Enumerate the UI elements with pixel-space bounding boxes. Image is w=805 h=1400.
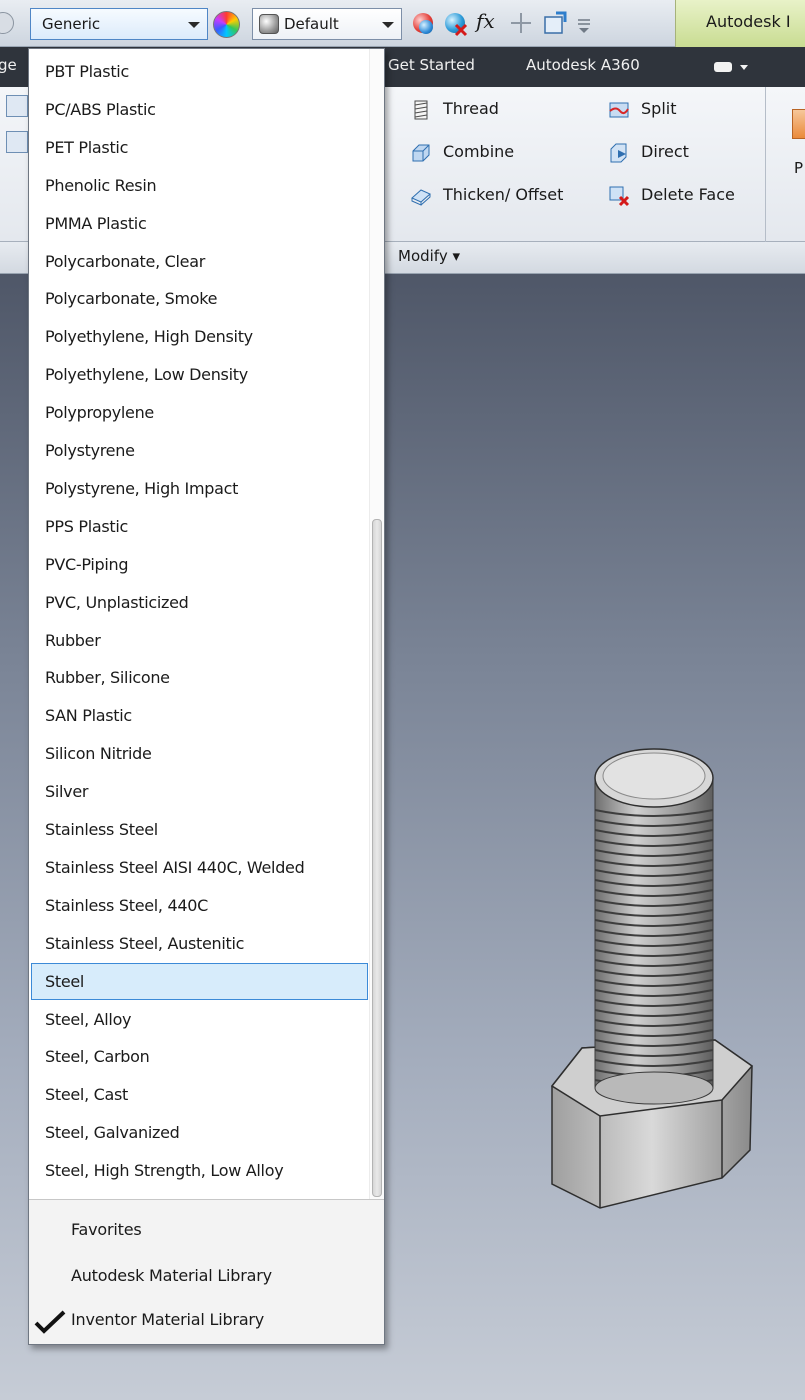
tab-autodesk-a360[interactable]: Autodesk A360 <box>526 56 640 74</box>
checkmark-icon <box>34 1310 66 1334</box>
material-list-item[interactable]: Steel, Cast <box>31 1076 368 1113</box>
material-list-item[interactable]: Stainless Steel, Austenitic <box>31 925 368 962</box>
partial-ribbon-icon[interactable] <box>792 109 805 139</box>
material-list-item[interactable]: PMMA Plastic <box>31 205 368 242</box>
material-list-item[interactable]: Polyethylene, Low Density <box>31 356 368 393</box>
material-list-item[interactable]: Stainless Steel AISI 440C, Welded <box>31 849 368 886</box>
appearance-combo[interactable]: Default <box>252 8 402 40</box>
material-list-item[interactable]: Silver <box>31 773 368 810</box>
ribbon-left-icon[interactable] <box>6 131 28 153</box>
customize-qat-icon[interactable] <box>574 10 602 38</box>
material-list-item[interactable]: Stainless Steel, 440C <box>31 887 368 924</box>
fx-label: 𝑓𝑥 <box>476 9 495 33</box>
material-list-item[interactable]: Polystyrene <box>31 432 368 469</box>
material-list: PBT Plastic PC/ABS Plastic PET Plastic Phen… <box>29 49 369 1199</box>
library-autodesk-material[interactable]: Autodesk Material Library <box>71 1258 272 1294</box>
material-list-item[interactable]: PET Plastic <box>31 129 368 166</box>
material-dropdown: PBT Plastic PC/ABS Plastic PET Plastic Phen… <box>28 48 385 1345</box>
appearance-combo-value: Default <box>284 15 339 33</box>
material-list-item[interactable]: Polycarbonate, Smoke <box>31 280 368 317</box>
material-list-item[interactable]: Polypropylene <box>31 394 368 431</box>
material-list-item[interactable]: Rubber <box>31 622 368 659</box>
material-list-item[interactable]: Rubber, Silicone <box>31 659 368 696</box>
material-list-item[interactable]: Steel, High Strength, Low Alloy <box>31 1152 368 1189</box>
material-list-item[interactable]: PBT Plastic <box>31 53 368 90</box>
combine-label: Combine <box>443 142 515 161</box>
plus-icon[interactable] <box>508 10 536 38</box>
material-combo[interactable]: Generic <box>30 8 208 40</box>
thicken-offset-icon <box>411 189 431 206</box>
app-title-bar: Autodesk I <box>675 0 805 47</box>
bolt-model[interactable] <box>540 748 800 1218</box>
thread-label: Thread <box>443 99 499 118</box>
ribbon-left-icon[interactable] <box>6 95 28 117</box>
material-list-item[interactable]: Steel, Alloy <box>31 1001 368 1038</box>
fx-parameters-icon[interactable]: 𝑓𝑥 <box>476 9 504 37</box>
library-inventor-material[interactable]: Inventor Material Library <box>71 1302 264 1338</box>
app-title: Autodesk I <box>706 12 791 31</box>
material-list-item[interactable]: PC/ABS Plastic <box>31 91 368 128</box>
material-list-item[interactable]: Steel, Mild <box>31 1190 368 1199</box>
color-wheel-icon[interactable] <box>213 11 240 38</box>
material-list-item[interactable]: Polycarbonate, Clear <box>31 243 368 280</box>
material-list-item[interactable]: Phenolic Resin <box>31 167 368 204</box>
thread-icon <box>414 100 428 120</box>
material-list-item[interactable]: SAN Plastic <box>31 697 368 734</box>
direct-edit-icon <box>610 143 627 163</box>
appearance-swatch-icon <box>259 14 279 34</box>
material-list-item[interactable]: PPS Plastic <box>31 508 368 545</box>
material-list-item[interactable]: Silicon Nitride <box>31 735 368 772</box>
partial-ribbon-label: P <box>794 159 804 177</box>
material-list-item[interactable]: PVC-Piping <box>31 546 368 583</box>
combine-icon <box>412 144 430 162</box>
material-list-item[interactable]: Steel, Carbon <box>31 1038 368 1075</box>
thicken-offset-label: Thicken/ Offset <box>443 185 564 204</box>
chevron-down-icon <box>188 22 200 28</box>
material-list-item[interactable]: Polyethylene, High Density <box>31 318 368 355</box>
library-favorites[interactable]: Favorites <box>71 1212 142 1248</box>
clear-appearance-icon[interactable] <box>442 10 470 38</box>
material-list-item[interactable]: Steel, Galvanized <box>31 1114 368 1151</box>
material-combo-value: Generic <box>42 15 101 33</box>
scrollbar-thumb[interactable] <box>372 519 382 1197</box>
dropdown-scrollbar[interactable] <box>369 49 384 1199</box>
material-list-item[interactable]: Steel <box>31 962 368 1000</box>
split-icon <box>609 102 629 118</box>
update-icon[interactable] <box>542 10 570 38</box>
tab-manage[interactable]: ge <box>0 56 17 74</box>
material-list-item[interactable]: PVC, Unplasticized <box>31 584 368 621</box>
ribbon-display-toggle[interactable] <box>712 59 752 79</box>
library-section: Favorites Autodesk Material Library Inve… <box>29 1199 384 1344</box>
app-menu-icon[interactable] <box>0 12 14 34</box>
quick-access-toolbar: Generic Default 𝑓𝑥 Autodesk I <box>0 0 805 47</box>
modify-panel-title[interactable]: Modify ▾ <box>398 247 460 265</box>
direct-label: Direct <box>641 142 689 161</box>
material-list-item[interactable]: Stainless Steel <box>31 811 368 848</box>
adjust-appearance-icon[interactable] <box>410 10 438 38</box>
delete-face-icon <box>609 186 630 207</box>
delete-face-label: Delete Face <box>641 185 735 204</box>
material-list-item[interactable]: Polystyrene, High Impact <box>31 470 368 507</box>
chevron-down-icon <box>382 22 394 28</box>
split-label: Split <box>641 99 677 118</box>
tab-get-started[interactable]: Get Started <box>388 56 475 74</box>
